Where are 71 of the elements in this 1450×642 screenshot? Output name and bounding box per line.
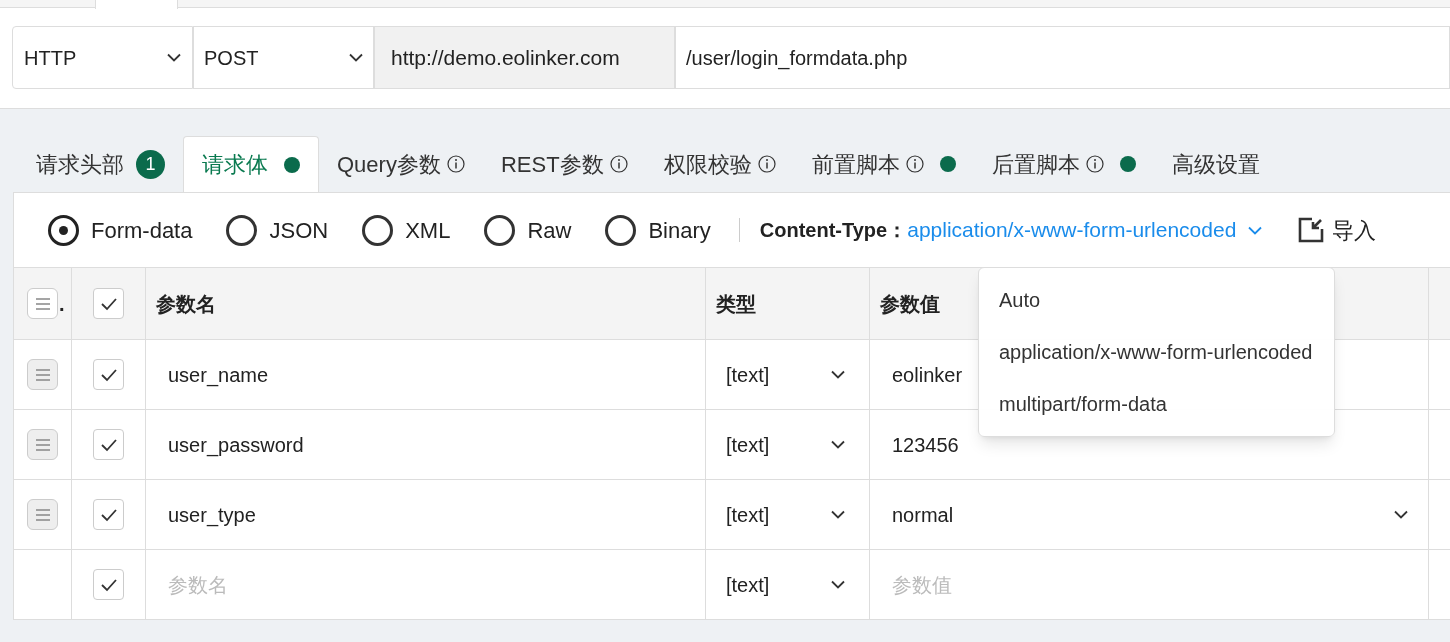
checkmark-icon (99, 507, 118, 522)
value-field[interactable]: normal (870, 499, 1428, 530)
info-icon (446, 155, 465, 173)
radio-label[interactable]: Form-data (91, 213, 193, 247)
tab[interactable]: Query参数 (319, 136, 483, 192)
checkmark-icon (99, 577, 118, 592)
chevron-down-icon (831, 370, 845, 379)
import-icon (1298, 217, 1325, 243)
tab[interactable]: REST参数 (482, 136, 646, 192)
checkmark-icon (99, 296, 118, 311)
radio-button[interactable] (48, 214, 79, 246)
menu-item[interactable]: application/x-www-form-urlencoded (979, 326, 1334, 378)
radio-button[interactable] (226, 214, 258, 246)
checkbox[interactable] (93, 429, 124, 460)
content-type-link[interactable]: application/x-www-form-urlencoded (907, 214, 1263, 246)
chevron-down-icon (167, 53, 181, 62)
chevron-down-icon (1394, 510, 1408, 519)
menu-item[interactable]: Auto (979, 274, 1334, 326)
host-field[interactable]: http://demo.eolinker.com (374, 26, 675, 89)
column-header: 参数名 (156, 291, 216, 317)
content-type-label: Content-Type： (759, 218, 908, 243)
tab[interactable]: 前置脚本 (793, 136, 974, 192)
count-badge: 1 (136, 149, 165, 179)
column-header: 类型 (716, 291, 756, 317)
checkmark-icon (99, 437, 118, 452)
drag-handle-icon[interactable] (27, 288, 58, 319)
type-select[interactable]: [text] (706, 429, 869, 460)
chevron-down-icon (831, 510, 845, 519)
param-name[interactable]: user_type (168, 499, 256, 530)
param-name[interactable]: user_password (168, 429, 304, 460)
checkmark-icon (99, 367, 118, 382)
info-icon (609, 155, 628, 173)
checkbox[interactable] (93, 359, 124, 390)
radio-button[interactable] (362, 214, 394, 246)
tab[interactable]: 权限校验 (645, 136, 794, 192)
param-name-input[interactable]: 参数名 (168, 569, 705, 600)
checkbox[interactable] (93, 499, 124, 530)
tab[interactable]: 请求头部 1 (18, 136, 183, 192)
info-icon (1085, 155, 1104, 173)
protocol-select[interactable]: HTTP (12, 26, 193, 89)
column-header: . (59, 291, 65, 317)
menu-item[interactable]: multipart/form-data (979, 378, 1334, 430)
tab[interactable]: 请求体 (183, 136, 319, 192)
type-select[interactable]: [text] (706, 569, 869, 600)
chevron-down-icon (831, 580, 845, 589)
type-select[interactable]: [text] (706, 499, 869, 530)
info-icon (905, 155, 924, 173)
chevron-down-icon (1248, 225, 1263, 235)
checkbox[interactable] (93, 288, 124, 319)
radio-button[interactable] (605, 214, 637, 246)
drag-handle-icon[interactable] (27, 429, 58, 460)
column-header: 参数值 (880, 291, 940, 317)
tab[interactable]: 后置脚本 (973, 136, 1154, 192)
radio-button[interactable] (484, 214, 516, 246)
drag-handle-icon[interactable] (27, 359, 58, 390)
type-select[interactable]: [text] (706, 359, 869, 390)
tab[interactable]: 高级设置 (1153, 136, 1278, 192)
import-button[interactable]: 导入 (1298, 213, 1377, 247)
chevron-down-icon (349, 53, 363, 62)
radio-label[interactable]: Binary (648, 213, 711, 247)
method-select[interactable]: POST (193, 26, 374, 89)
drag-handle-icon[interactable] (27, 499, 58, 530)
chevron-down-icon (831, 440, 845, 449)
info-icon (757, 155, 776, 173)
param-name[interactable]: user_name (168, 359, 269, 390)
radio-label[interactable]: XML (405, 213, 451, 247)
radio-label[interactable]: Raw (527, 213, 572, 247)
radio-label[interactable]: JSON (269, 213, 329, 247)
path-field[interactable]: /user/login_formdata.php (675, 26, 1450, 89)
checkbox[interactable] (93, 569, 124, 600)
param-value-input[interactable]: 参数值 (892, 569, 1428, 600)
